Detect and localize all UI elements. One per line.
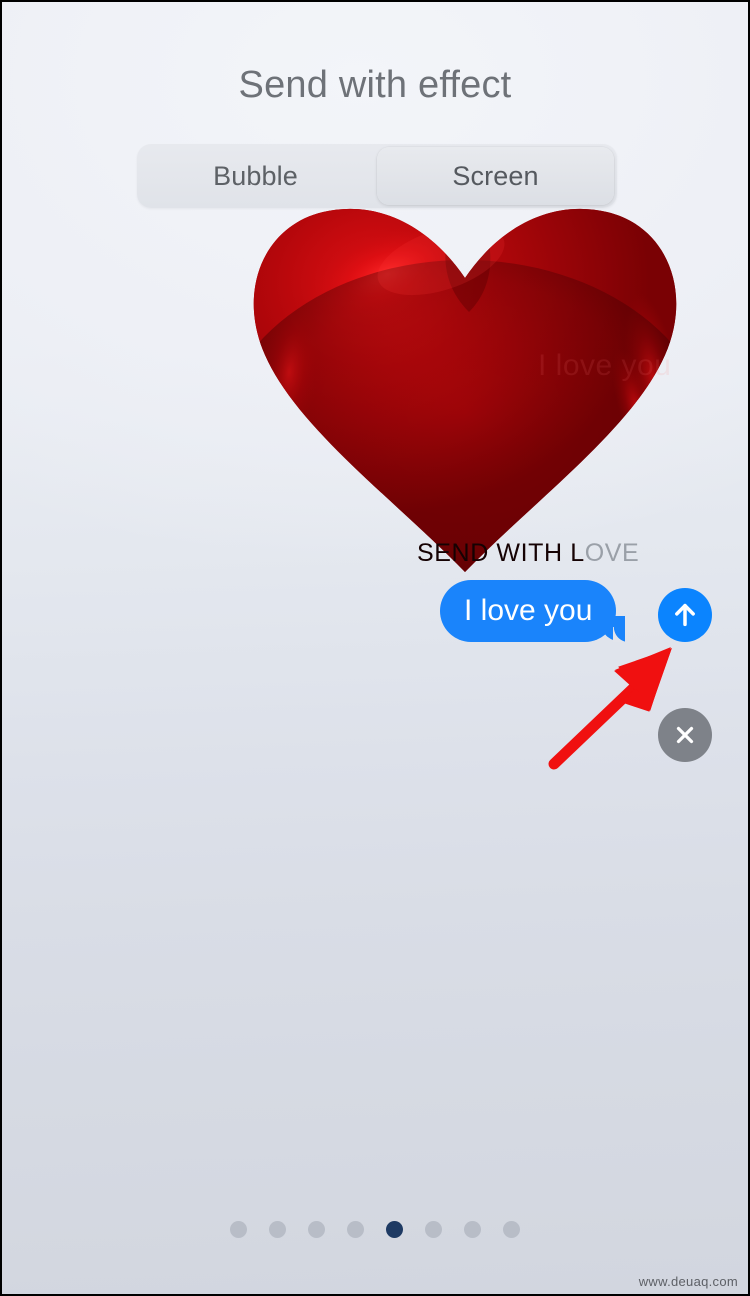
effect-type-segmented-control[interactable]: Bubble Screen xyxy=(137,144,617,208)
page-dot-8[interactable] xyxy=(503,1221,520,1238)
site-watermark: www.deuaq.com xyxy=(638,1274,738,1289)
arrow-up-icon xyxy=(675,603,695,627)
page-title: Send with effect xyxy=(238,64,512,106)
heart-icon xyxy=(253,208,677,572)
message-bubble[interactable]: I love you xyxy=(440,580,630,642)
page-dot-6[interactable] xyxy=(425,1221,442,1238)
effect-name-label: SEND WITH LOVE xyxy=(417,539,639,568)
page-dot-5[interactable] xyxy=(386,1221,403,1238)
page-dot-1[interactable] xyxy=(230,1221,247,1238)
page-dot-4[interactable] xyxy=(347,1221,364,1238)
segment-screen[interactable]: Screen xyxy=(377,147,614,205)
heart-balloon-effect-preview xyxy=(245,200,685,575)
close-x-icon xyxy=(676,726,694,744)
segment-bubble[interactable]: Bubble xyxy=(137,144,374,208)
page-dot-3[interactable] xyxy=(308,1221,325,1238)
effect-name-label-part-1: SEND WITH L xyxy=(417,539,585,567)
page-dot-2[interactable] xyxy=(269,1221,286,1238)
page-indicator[interactable] xyxy=(2,1221,748,1238)
send-button[interactable] xyxy=(658,588,712,642)
annotation-arrow-icon xyxy=(548,647,672,770)
page-dot-7[interactable] xyxy=(464,1221,481,1238)
message-bubble-text: I love you xyxy=(464,594,593,627)
effect-name-label-part-2: OVE xyxy=(584,539,640,567)
imessage-send-with-effect-screen: Send with effect Bubble Screen SEND WITH… xyxy=(0,0,750,1296)
close-button[interactable] xyxy=(658,708,712,762)
